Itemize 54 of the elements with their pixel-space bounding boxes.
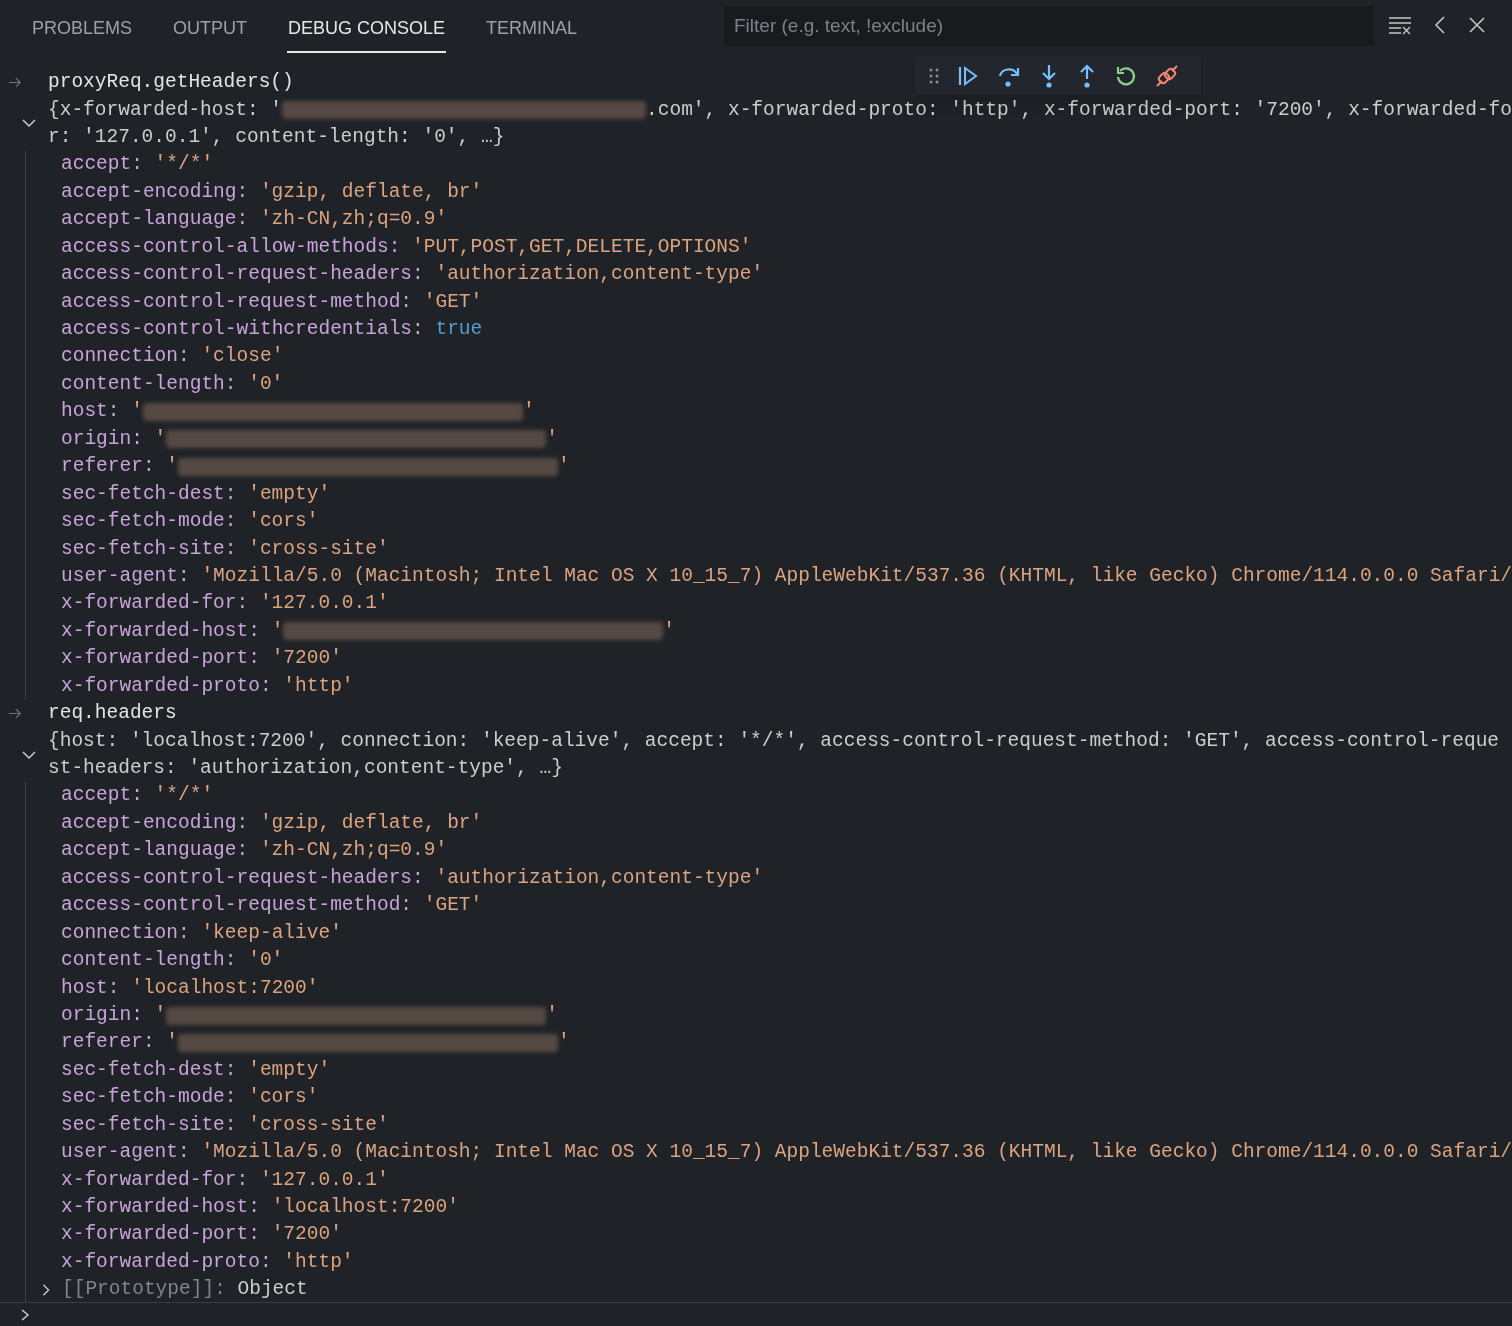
console-expression: proxyReq.getHeaders()	[48, 70, 294, 96]
property-line: sec-fetch-site: 'cross-site'	[61, 536, 389, 562]
property-line: x-forwarded-proto: 'http'	[61, 673, 354, 699]
panel-tab[interactable]: DEBUG CONSOLE	[287, 15, 447, 53]
property-line: content-length: '0'	[61, 371, 284, 397]
input-arrow-icon	[8, 708, 22, 720]
property-line: x-forwarded-for: '127.0.0.1'	[61, 591, 389, 617]
property-line: access-control-allow-methods: 'PUT,POST,GET,DELETE,OPTIONS'	[61, 234, 752, 260]
property-line: connection: 'keep-alive'	[61, 920, 342, 946]
property-line: x-forwarded-for: '127.0.0.1'	[61, 1167, 389, 1193]
chevron-left-icon[interactable]	[1434, 15, 1446, 35]
property-line: access-control-withcredentials: true	[61, 317, 483, 343]
property-line: x-forwarded-port: '7200'	[61, 646, 342, 672]
property-line: user-agent: 'Mozilla/5.0 (Macintosh; Intel Mac OS X 10_15_7) AppleWebKit/537.36 (KHTML, like Gecko) Chrome/114.0.0.0 Safari/	[61, 563, 1512, 589]
property-line: x-forwarded-proto: 'http'	[61, 1249, 354, 1275]
prototype-line[interactable]: [[Prototype]]: Object	[62, 1275, 308, 1302]
object-summary[interactable]: {x-forwarded-host: ' .com', x-forwarded-proto: 'http', x-forwarded-port: '7200', x-forwarded-fo r: '127.0.0.1', content-length: '0', …}	[48, 96, 1512, 152]
property-line: user-agent: 'Mozilla/5.0 (Macintosh; Intel Mac OS X 10_15_7) AppleWebKit/537.36 (KHTML, like Gecko) Chrome/114.0.0.0 Safari/	[61, 1140, 1512, 1166]
object-summary[interactable]: {host: 'localhost:7200', connection: 'keep-alive', accept: '*/*', access-control-request-method: 'GET', access-control-reque st-headers: 'authorization,content-type', …}	[48, 727, 1512, 783]
panel-tab[interactable]: PROBLEMS	[31, 15, 134, 53]
close-icon[interactable]	[1468, 16, 1486, 34]
property-line: connection: 'close'	[61, 344, 284, 370]
prompt-chevron-icon	[19, 1307, 31, 1322]
property-line: sec-fetch-dest: 'empty'	[61, 481, 331, 507]
restart-icon[interactable]	[1115, 64, 1137, 87]
property-line: sec-fetch-mode: 'cors'	[61, 509, 319, 535]
property-line: accept-encoding: 'gzip, deflate, br'	[61, 179, 483, 205]
property-line: host: 'localhost:7200'	[61, 975, 319, 1001]
property-line: x-forwarded-host: ' '	[61, 618, 676, 644]
panel-tab[interactable]: TERMINAL	[485, 15, 579, 53]
property-line: sec-fetch-mode: 'cors'	[61, 1085, 319, 1111]
drag-handle-icon[interactable]	[929, 66, 939, 85]
disconnect-icon[interactable]	[1155, 63, 1179, 88]
clear-console-icon[interactable]	[1388, 15, 1412, 35]
property-line: sec-fetch-site: 'cross-site'	[61, 1112, 389, 1138]
property-line: accept: '*/*'	[61, 152, 214, 178]
input-arrow-icon	[8, 77, 22, 89]
console-expression: req.headers	[48, 701, 177, 727]
property-line: access-control-request-method: 'GET'	[61, 893, 483, 919]
step-into-icon[interactable]	[1039, 63, 1059, 88]
property-line: access-control-request-method: 'GET'	[61, 289, 483, 315]
property-line: access-control-request-headers: 'authorization,content-type'	[61, 865, 764, 891]
property-line: sec-fetch-dest: 'empty'	[61, 1057, 331, 1083]
filter-field[interactable]: Filter (e.g. text, !exclude)	[724, 6, 1374, 46]
property-line: accept-encoding: 'gzip, deflate, br'	[61, 810, 483, 836]
property-line: x-forwarded-host: 'localhost:7200'	[61, 1195, 459, 1221]
property-line: access-control-request-headers: 'authorization,content-type'	[61, 262, 764, 288]
property-line: accept-language: 'zh-CN,zh;q=0.9'	[61, 207, 448, 233]
continue-icon[interactable]	[957, 64, 979, 87]
property-line: content-length: '0'	[61, 948, 284, 974]
property-line: x-forwarded-port: '7200'	[61, 1222, 342, 1248]
property-line: accept: '*/*'	[61, 783, 214, 809]
panel-tab[interactable]: OUTPUT	[172, 15, 249, 53]
property-line: accept-language: 'zh-CN,zh;q=0.9'	[61, 838, 448, 864]
